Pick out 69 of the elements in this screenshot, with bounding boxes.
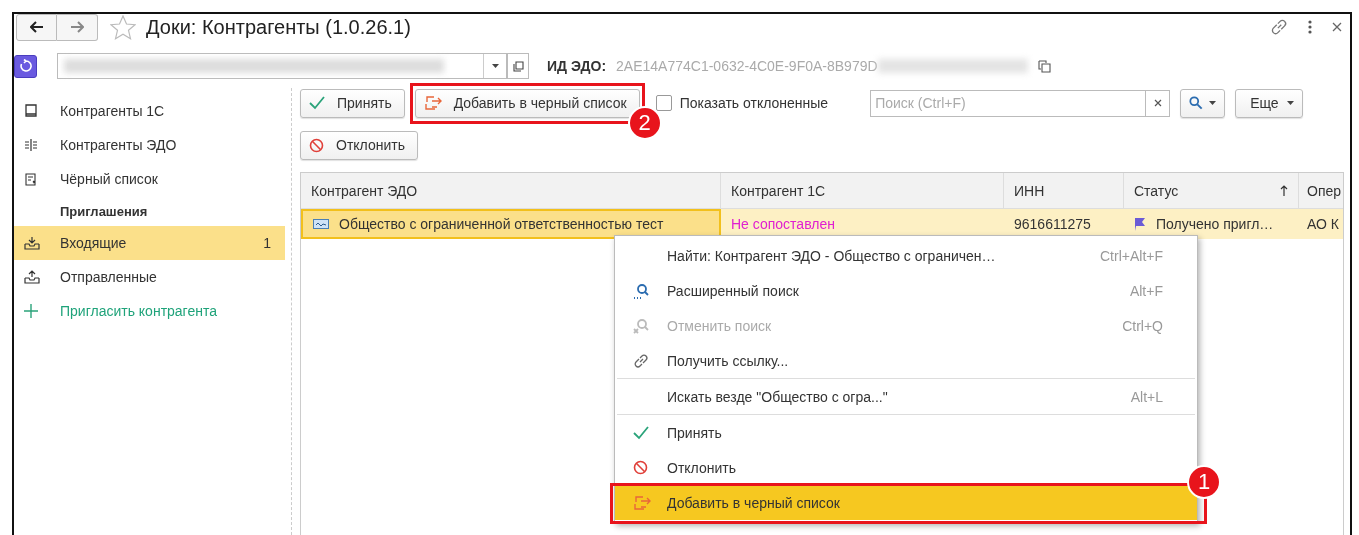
link-icon	[633, 352, 649, 369]
refresh-button[interactable]	[14, 54, 37, 78]
menu-item[interactable]: Получить ссылку...	[615, 343, 1197, 378]
sidebar-item[interactable]: Контрагенты 1С	[14, 94, 285, 128]
column-header[interactable]: ИНН	[1004, 173, 1124, 208]
table-cell: АО К	[1307, 216, 1339, 232]
open-button[interactable]	[507, 53, 529, 79]
refresh-icon	[18, 59, 33, 73]
more-icon[interactable]	[1308, 20, 1312, 34]
edo-id-value: 2AE14A774C1-0632-4C0E-9F0A-8B979D	[616, 58, 878, 74]
prohibited-icon	[309, 137, 324, 153]
table-cell: Общество с ограниченной ответственностью тест	[339, 216, 664, 232]
inbox-icon	[24, 236, 40, 250]
outbox-icon	[24, 270, 40, 284]
back-button[interactable]	[16, 13, 57, 41]
book-icon	[24, 104, 38, 118]
menu-item[interactable]: Расширенный поиск Alt+F	[615, 273, 1197, 308]
more-button[interactable]: Еще	[1235, 88, 1303, 118]
counterparty-icon	[313, 219, 329, 229]
column-header[interactable]: Опер	[1299, 173, 1343, 208]
menu-item[interactable]: Искать везде "Общество с огра..." Alt+L	[615, 379, 1197, 414]
link-icon[interactable]	[1270, 18, 1288, 36]
menu-item[interactable]: Принять	[615, 415, 1197, 450]
window-title: Доки: Контрагенты (1.0.26.1)	[146, 15, 411, 39]
search-cancel-icon	[633, 317, 649, 334]
sidebar-item[interactable]: Чёрный список	[14, 162, 285, 196]
search-menu-button[interactable]	[1180, 88, 1226, 118]
close-icon	[1153, 99, 1162, 107]
reject-button[interactable]: Отклонить	[300, 130, 418, 160]
forward-button[interactable]	[57, 13, 98, 41]
table-cell: Не сопоставлен	[731, 216, 835, 232]
check-icon	[309, 96, 325, 110]
back-arrow-icon	[29, 21, 44, 33]
columns-icon	[24, 138, 38, 152]
caret-icon	[491, 64, 499, 68]
sidebar-item[interactable]: Входящие 1	[14, 226, 285, 260]
star-icon[interactable]	[110, 14, 136, 40]
prohibited-icon	[633, 460, 648, 475]
search-icon	[1189, 96, 1204, 110]
windows-icon	[512, 60, 524, 72]
forward-arrow-icon	[70, 21, 84, 33]
table-cell: Получено пригл…	[1156, 216, 1274, 232]
flag-icon	[1134, 217, 1146, 231]
edo-id-label: ИД ЭДО:	[547, 58, 607, 74]
sidebar-item[interactable]: Контрагенты ЭДО	[14, 128, 285, 162]
blacklist-button[interactable]: Добавить в черный список	[414, 88, 640, 118]
transfer-icon	[633, 494, 651, 511]
caret-icon	[1286, 101, 1294, 105]
search-field[interactable]: Поиск (Ctrl+F)	[870, 89, 1147, 117]
search-icon	[633, 282, 649, 299]
callout-number: 1	[1187, 465, 1221, 499]
menu-item[interactable]: Добавить в черный список	[615, 485, 1197, 520]
check-icon	[633, 425, 649, 440]
table-row[interactable]: Общество с ограниченной ответственностью тест Не сопоставлен 9616611275 Получено пригл… АО К	[301, 209, 1343, 239]
copy-icon[interactable]	[1037, 59, 1051, 73]
column-header[interactable]: Контрагент ЭДО	[301, 173, 721, 208]
caret-icon	[1209, 101, 1217, 105]
sidebar-item[interactable]: Отправленные	[14, 260, 285, 294]
list-icon	[24, 172, 38, 186]
transfer-icon	[423, 95, 442, 111]
close-icon[interactable]	[1332, 22, 1342, 32]
table-cell: 9616611275	[1014, 216, 1091, 232]
section-heading: Приглашения	[59, 202, 149, 221]
column-header[interactable]: Контрагент 1С	[721, 173, 1004, 208]
menu-item[interactable]: Найти: Контрагент ЭДО - Общество с ограничен… Ctrl+Alt+F	[615, 238, 1197, 273]
accept-button[interactable]: Принять	[300, 88, 405, 118]
organization-field[interactable]	[57, 53, 507, 79]
plus-icon	[24, 304, 38, 318]
column-header[interactable]: Статус	[1124, 173, 1299, 208]
